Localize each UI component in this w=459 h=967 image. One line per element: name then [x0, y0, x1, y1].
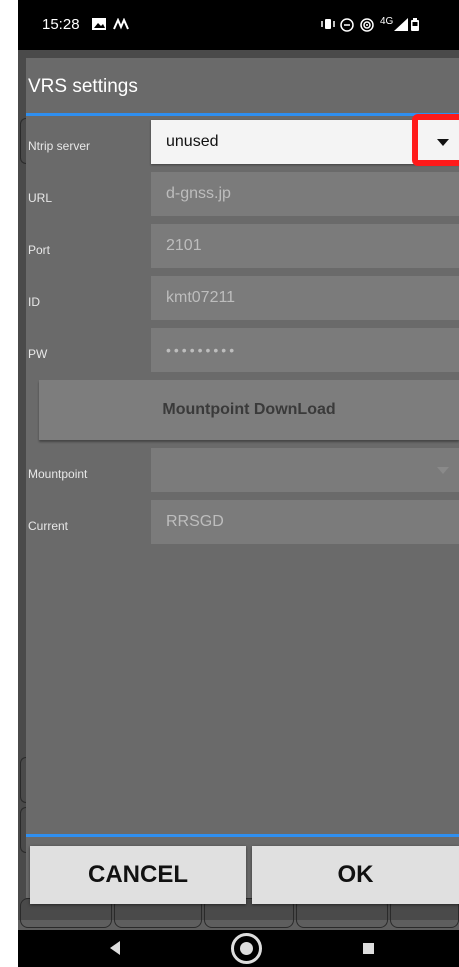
ntrip-server-label: Ntrip server: [28, 139, 91, 153]
password-field[interactable]: •••••••••: [151, 328, 459, 372]
chevron-down-icon[interactable]: [437, 467, 449, 474]
vrs-settings-dialog: VRS settings Ntrip server unused URL d-g…: [26, 58, 459, 904]
battery-icon: [411, 18, 419, 34]
status-time: 15:28: [42, 16, 80, 33]
vibrate-icon: [320, 18, 336, 33]
recent-apps-icon[interactable]: [363, 943, 374, 954]
signal-wave-icon: [113, 17, 129, 33]
highlight-box: [412, 114, 459, 166]
current-field: RRSGD: [151, 500, 459, 544]
navigation-bar: [18, 930, 459, 967]
home-icon[interactable]: [231, 933, 262, 964]
network-4g-icon: 4G: [380, 15, 393, 29]
pw-label: PW: [28, 347, 48, 361]
ntrip-server-value: unused: [166, 133, 219, 150]
footer-divider: [26, 834, 459, 837]
url-field[interactable]: d-gnss.jp: [151, 172, 459, 216]
status-bar: 15:28 4G: [18, 0, 459, 50]
port-label: Port: [28, 243, 51, 257]
dnd-icon: [340, 18, 354, 35]
dialog-footer: CANCEL OK: [26, 838, 459, 904]
dialog-title: VRS settings: [28, 76, 138, 97]
hotspot-icon: [360, 18, 374, 35]
phone-screen: 15:28 4G VRS settings Ntrip server unuse…: [18, 0, 459, 967]
title-divider: [26, 113, 459, 116]
id-field[interactable]: kmt07211: [151, 276, 459, 320]
ok-button[interactable]: OK: [252, 846, 459, 904]
cancel-button[interactable]: CANCEL: [30, 846, 246, 904]
back-icon[interactable]: [110, 941, 120, 955]
network-label: 4G: [380, 16, 394, 27]
cell-signal-icon: [394, 18, 408, 34]
url-label: URL: [28, 191, 53, 205]
mountpoint-label: Mountpoint: [28, 467, 88, 481]
current-label: Current: [28, 519, 69, 533]
port-field[interactable]: 2101: [151, 224, 459, 268]
id-label: ID: [28, 295, 40, 309]
image-icon: [92, 18, 106, 33]
mountpoint-dropdown[interactable]: [151, 448, 459, 492]
mountpoint-download-button[interactable]: Mountpoint DownLoad: [39, 380, 459, 440]
